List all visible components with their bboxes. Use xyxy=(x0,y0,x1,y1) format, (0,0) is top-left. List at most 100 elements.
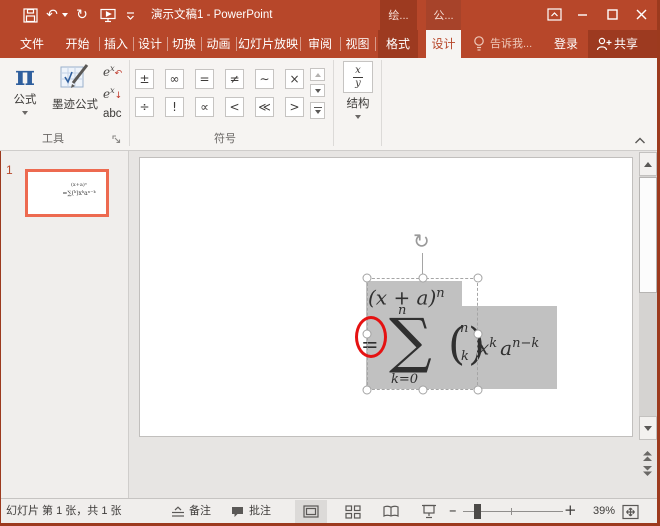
selection-handle-top-center[interactable] xyxy=(419,274,428,283)
triangle-down-icon xyxy=(644,426,652,431)
selection-handle-top-left[interactable] xyxy=(363,274,372,283)
zoom-in-button[interactable]: + xyxy=(564,502,577,518)
symbol-divide-button[interactable]: ÷ xyxy=(135,97,154,117)
ribbon-display-options-button[interactable] xyxy=(545,6,563,23)
zoom-slider-thumb[interactable] xyxy=(474,504,481,519)
tell-me-box[interactable]: 告诉我... xyxy=(490,34,532,54)
qat-customize-button[interactable] xyxy=(124,9,136,23)
tab-separator xyxy=(99,37,100,51)
thumbnail-equation-line1: (x+a)ⁿ xyxy=(52,182,106,189)
start-slideshow-button[interactable] xyxy=(97,6,119,24)
ink-equation-button[interactable]: 墨迹公式 xyxy=(47,61,103,127)
term-x: x xyxy=(478,336,489,360)
ink-equation-icon xyxy=(59,63,91,93)
next-slide-button[interactable] xyxy=(641,465,654,477)
tab-design[interactable]: 设计 xyxy=(133,30,167,58)
close-button[interactable] xyxy=(630,6,652,23)
group-separator xyxy=(333,60,334,146)
more-bar-icon xyxy=(314,107,322,109)
equation-label: 公式 xyxy=(14,93,37,107)
selection-handle-middle-right[interactable] xyxy=(474,330,483,339)
term-a-exponent: n−k xyxy=(512,336,539,351)
selection-handle-bottom-center[interactable] xyxy=(419,386,428,395)
symbol-proportional-button[interactable]: ∝ xyxy=(195,97,214,117)
tab-separator xyxy=(167,37,168,51)
symbol-not-equal-button[interactable]: ≠ xyxy=(225,69,244,89)
tab-file[interactable]: 文件 xyxy=(8,30,56,58)
symbol-plus-minus-button[interactable]: ± xyxy=(135,69,154,89)
maximize-button[interactable] xyxy=(602,6,622,23)
slideshow-view-button[interactable] xyxy=(421,504,437,519)
symbol-greater-than-button[interactable]: > xyxy=(285,97,304,117)
slide-sorter-view-button[interactable] xyxy=(345,505,361,519)
ribbon-display-options-icon xyxy=(547,7,562,22)
undo-dropdown-icon[interactable] xyxy=(62,13,68,17)
rotate-handle[interactable]: ↻ xyxy=(413,231,430,251)
zoom-out-button[interactable]: – xyxy=(449,502,457,518)
qat-customize-icon xyxy=(126,12,135,21)
notes-icon xyxy=(171,506,185,518)
zoom-slider-center-tick xyxy=(511,508,512,515)
tools-dialog-launcher[interactable] xyxy=(112,135,121,144)
symbols-more-button[interactable] xyxy=(310,102,325,119)
share-label: 共享 xyxy=(614,30,650,58)
contextual-group-equation-tools[interactable]: 公... xyxy=(426,0,461,30)
tab-transitions[interactable]: 切换 xyxy=(167,30,201,58)
vertical-scrollbar-thumb[interactable] xyxy=(639,177,657,293)
professional-format-button[interactable]: ex↶ xyxy=(103,63,129,83)
thumbnail-equation-line2: =∑(ᵏ)xᵏaⁿ⁻ᵏ xyxy=(52,189,106,198)
tab-slideshow[interactable]: 幻灯片放映 xyxy=(236,30,300,58)
tab-animations[interactable]: 动画 xyxy=(201,30,236,58)
tab-format-contextual[interactable]: 格式 xyxy=(378,30,418,58)
symbol-less-than-button[interactable]: < xyxy=(225,97,244,117)
tab-review[interactable]: 审阅 xyxy=(300,30,340,58)
share-person-icon xyxy=(596,37,612,51)
collapse-ribbon-button[interactable] xyxy=(633,135,647,146)
structures-button[interactable]: x y 结构 xyxy=(339,61,377,127)
symbol-much-less-button[interactable]: ≪ xyxy=(255,97,274,117)
tell-me-lightbulb-icon xyxy=(472,35,486,53)
scroll-down-button[interactable] xyxy=(639,416,657,440)
selection-handle-bottom-right[interactable] xyxy=(474,386,483,395)
normal-view-button[interactable] xyxy=(295,500,327,523)
contextual-group-drawing-tools[interactable]: 绘... xyxy=(380,0,417,30)
redo-button[interactable]: ↻ xyxy=(73,6,91,24)
zoom-percentage[interactable]: 39% xyxy=(581,504,615,519)
undo-button[interactable]: ↶ xyxy=(43,6,61,24)
window-title: 演示文稿1 - PowerPoint xyxy=(151,7,272,23)
normal-text-button[interactable]: abc xyxy=(103,108,129,124)
tab-home[interactable]: 开始 xyxy=(56,30,99,58)
share-button[interactable]: 共享 xyxy=(588,30,657,58)
tab-view[interactable]: 视图 xyxy=(340,30,375,58)
group-separator xyxy=(129,60,130,146)
fit-to-window-button[interactable] xyxy=(622,504,639,520)
symbol-factorial-button[interactable]: ! xyxy=(165,97,184,117)
undo-icon: ↶ xyxy=(46,8,58,22)
equation-button[interactable]: π 公式 xyxy=(5,61,45,127)
linear-format-button[interactable]: ex↓ xyxy=(103,85,129,105)
ink-equation-label: 墨迹公式 xyxy=(52,98,98,112)
selection-handle-bottom-left[interactable] xyxy=(363,386,372,395)
selection-handle-top-right[interactable] xyxy=(474,274,483,283)
symbol-times-button[interactable]: × xyxy=(285,69,304,89)
tab-separator xyxy=(201,37,202,51)
scroll-up-button[interactable] xyxy=(639,152,657,176)
previous-slide-button[interactable] xyxy=(641,450,654,462)
status-bar: 幻灯片 第 1 张，共 1 张 备注 批注 – + 39% xyxy=(0,498,660,523)
slide-counter: 幻灯片 第 1 张，共 1 张 xyxy=(6,504,122,519)
reading-view-button[interactable] xyxy=(383,505,399,518)
tab-equation-design-active[interactable]: 设计 xyxy=(426,30,461,58)
comments-button[interactable]: 批注 xyxy=(249,504,271,519)
symbols-scroll-up-button[interactable] xyxy=(310,68,325,81)
symbols-scroll-down-button[interactable] xyxy=(310,84,325,97)
powerpoint-window: ↶ ↻ 演示文稿1 - PowerPoint 绘... 公... xyxy=(0,0,660,526)
minimize-button[interactable] xyxy=(572,6,592,23)
sign-in-button[interactable]: 登录 xyxy=(545,30,587,58)
symbol-equals-button[interactable]: = xyxy=(195,69,214,89)
tab-insert[interactable]: 插入 xyxy=(99,30,133,58)
notes-button[interactable]: 备注 xyxy=(189,504,211,519)
symbol-infinity-button[interactable]: ∞ xyxy=(165,69,184,89)
tab-separator xyxy=(133,37,134,51)
save-button[interactable] xyxy=(20,6,40,24)
symbol-tilde-button[interactable]: ∼ xyxy=(255,69,274,89)
